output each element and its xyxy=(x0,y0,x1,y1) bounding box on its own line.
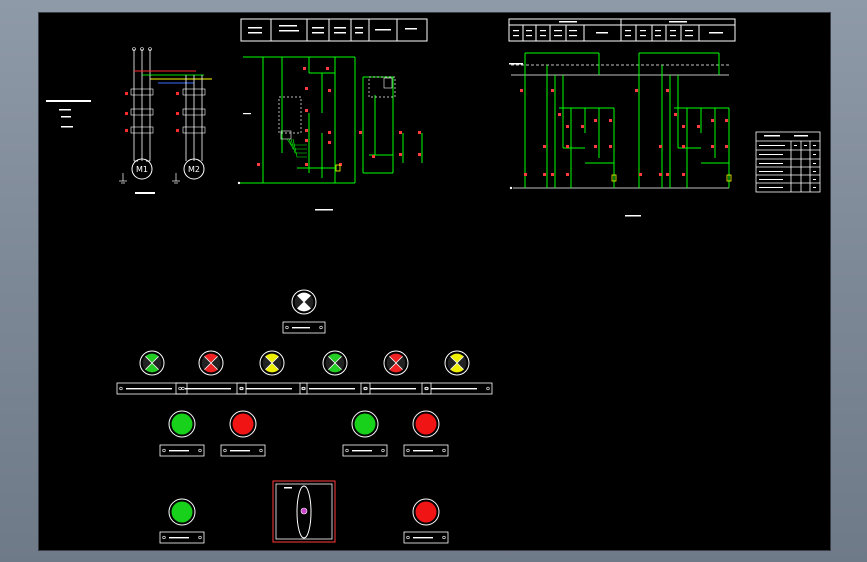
button-nameplate xyxy=(159,444,205,457)
start-button[interactable] xyxy=(351,410,379,438)
drawing-sheet: M1 M2 xyxy=(38,12,831,551)
operator-panel xyxy=(116,289,493,544)
control-circuit-2 xyxy=(508,18,736,217)
lamp-nameplate xyxy=(299,382,371,395)
button-nameplate xyxy=(403,444,449,457)
selector-switch[interactable] xyxy=(272,480,336,543)
button-nameplate xyxy=(403,531,449,544)
power-lamp-nameplate xyxy=(282,321,326,334)
start-button[interactable] xyxy=(168,498,196,526)
lamp-nameplate xyxy=(236,382,308,395)
button-nameplate xyxy=(342,444,388,457)
stop-button[interactable] xyxy=(412,410,440,438)
indicator-lamp xyxy=(322,350,348,376)
stop-button[interactable] xyxy=(229,410,257,438)
indicator-lamp xyxy=(383,350,409,376)
button-nameplate xyxy=(220,444,266,457)
motor-circle-icon: M1 xyxy=(131,158,153,180)
motor-label: M1 xyxy=(136,165,148,174)
main-power-circuit: M1 M2 xyxy=(46,47,212,194)
indicator-lamp xyxy=(444,350,470,376)
power-indicator-lamp xyxy=(291,289,317,315)
lamp-nameplate xyxy=(175,382,247,395)
control-circuit-1 xyxy=(237,18,428,211)
lamp-nameplate xyxy=(421,382,493,395)
motor-circle-icon: M2 xyxy=(183,158,205,180)
indicator-lamp xyxy=(259,350,285,376)
motor-label: M2 xyxy=(188,165,200,174)
emergency-stop-button[interactable] xyxy=(412,498,440,526)
indicator-lamp xyxy=(198,350,224,376)
lamp-nameplate xyxy=(360,382,432,395)
drawing-canvas: M1 M2 xyxy=(46,18,821,544)
start-button[interactable] xyxy=(168,410,196,438)
legend-table xyxy=(755,131,821,193)
lamp-nameplate xyxy=(116,382,188,395)
button-nameplate xyxy=(159,531,205,544)
indicator-lamp xyxy=(139,350,165,376)
selector-switch-icon xyxy=(296,485,312,539)
